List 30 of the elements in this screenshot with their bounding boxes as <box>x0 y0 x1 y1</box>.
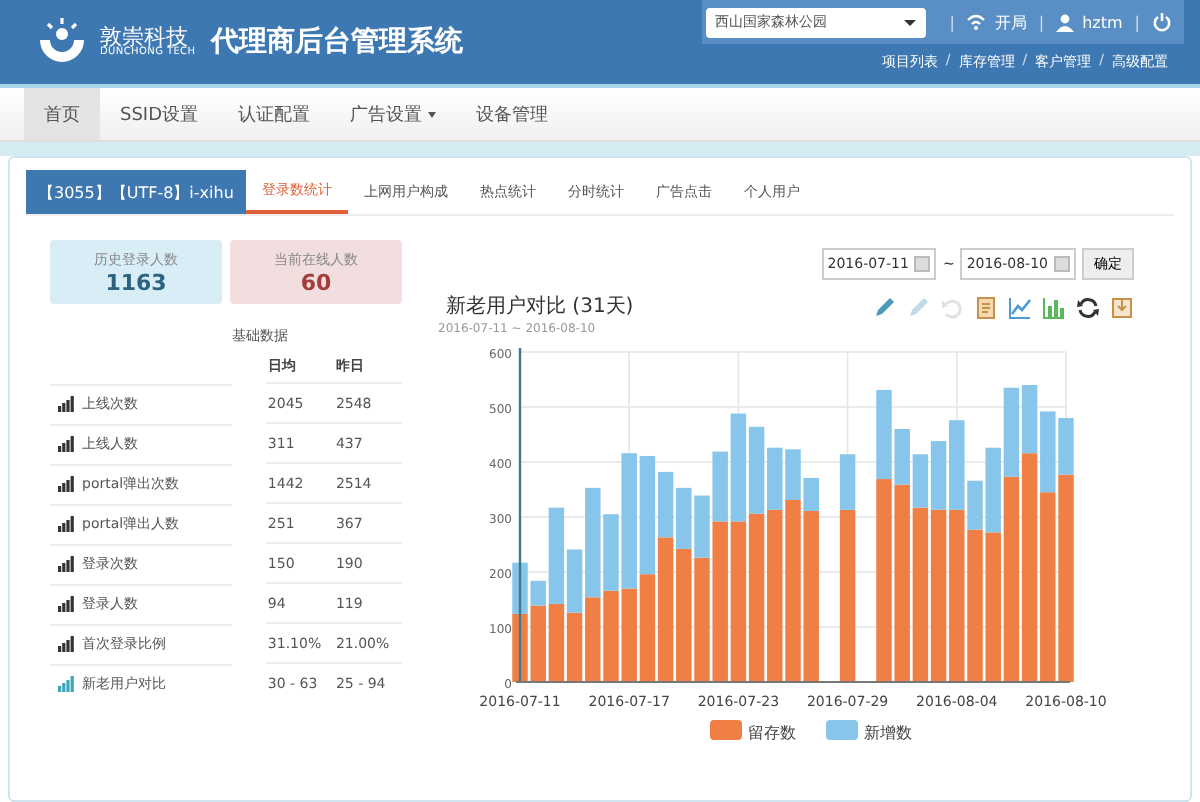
site-label: 【3055】【UTF-8】i-xihu <box>26 170 246 214</box>
nav-item[interactable]: 设备管理 <box>456 88 569 140</box>
line-chart-icon[interactable] <box>1008 296 1032 320</box>
refresh-icon[interactable] <box>1076 296 1100 320</box>
separator: | <box>1038 13 1045 31</box>
legend-label[interactable]: 新增数 <box>864 724 912 742</box>
wifi-icon <box>966 12 987 32</box>
calendar-icon <box>1054 256 1070 272</box>
user-icon <box>1056 13 1075 31</box>
brand-name: 敦崇科技 <box>100 26 188 48</box>
bar <box>639 574 656 682</box>
bar <box>566 612 583 682</box>
nav-item[interactable]: 认证配置 <box>218 88 331 140</box>
separator: | <box>949 13 955 31</box>
pencil-icon[interactable] <box>872 296 896 320</box>
save-icon[interactable] <box>1110 296 1134 320</box>
nav-item[interactable]: SSID设置 <box>100 88 219 140</box>
chart-title: 新老用户对比 (31天) <box>444 293 634 320</box>
bar-chart-icon[interactable] <box>1042 296 1066 320</box>
power-icon[interactable] <box>1152 12 1172 32</box>
separator: | <box>1134 13 1140 31</box>
caret-icon <box>903 19 916 25</box>
calendar-icon <box>914 256 931 272</box>
nav-item[interactable]: 广告设置 <box>330 88 457 140</box>
nav-item[interactable]: 首页 <box>24 88 100 140</box>
app-title: 代理商后台管理系统 <box>211 24 464 60</box>
document-icon[interactable] <box>974 296 998 320</box>
legend-label[interactable]: 留存数 <box>748 724 796 742</box>
stat-value: 1163 <box>105 269 167 295</box>
stat-value: 60 <box>300 269 332 295</box>
